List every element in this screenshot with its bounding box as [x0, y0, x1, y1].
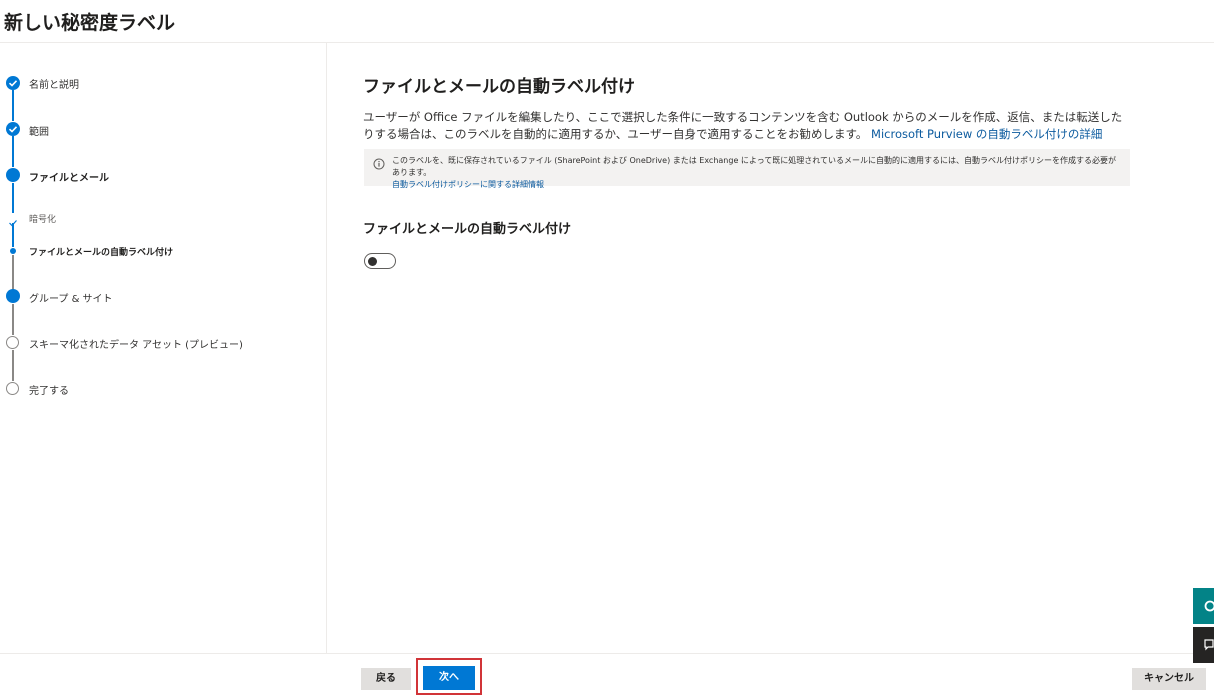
- feedback-icon[interactable]: [1193, 627, 1214, 663]
- step-dot-icon: [6, 289, 20, 303]
- nav-divider: [326, 43, 327, 653]
- step-connector: [12, 183, 14, 213]
- auto-label-policy-link[interactable]: 自動ラベル付けポリシーに関する詳細情報: [392, 180, 544, 189]
- step-connector: [12, 90, 14, 121]
- toggle-knob: [368, 257, 377, 266]
- empty-circle-icon: [6, 382, 19, 395]
- info-message-text: このラベルを、既に保存されているファイル (SharePoint および One…: [392, 155, 1122, 191]
- step-connector: [12, 304, 14, 335]
- checkmark-icon: [7, 213, 19, 227]
- current-substep-dot: [10, 248, 16, 254]
- step-label-groups-sites[interactable]: グループ & サイト: [29, 290, 113, 305]
- step-connector: [12, 350, 14, 381]
- content-title: ファイルとメールの自動ラベル付け: [363, 77, 635, 97]
- next-button[interactable]: 次へ: [423, 666, 475, 690]
- footer-divider: [0, 653, 1214, 654]
- page-title: 新しい秘密度ラベル: [4, 12, 176, 34]
- help-icon[interactable]: [1193, 588, 1214, 624]
- step-label-files-email[interactable]: ファイルとメール: [29, 169, 109, 184]
- substep-label-auto-labeling[interactable]: ファイルとメールの自動ラベル付け: [29, 245, 173, 258]
- learn-more-link[interactable]: Microsoft Purview の自動ラベル付けの詳細: [871, 127, 1102, 141]
- step-label-name-description[interactable]: 名前と説明: [29, 76, 79, 91]
- info-icon: [373, 155, 385, 174]
- description-text: ユーザーが Office ファイルを編集したり、ここで選択した条件に一致するコン…: [363, 109, 1133, 143]
- info-message-body: このラベルを、既に保存されているファイル (SharePoint および One…: [392, 156, 1117, 177]
- step-connector: [12, 255, 14, 290]
- current-step-icon: [6, 168, 20, 182]
- empty-circle-icon: [6, 336, 19, 349]
- auto-labeling-toggle[interactable]: [364, 253, 396, 269]
- step-label-scope[interactable]: 範囲: [29, 123, 49, 138]
- checkmark-circle-icon: [6, 76, 20, 90]
- step-label-schematized-assets[interactable]: スキーマ化されたデータ アセット (プレビュー): [29, 336, 243, 351]
- wizard-stepper: 名前と説明 範囲 ファイルとメール 暗号化 ファイルとメールの自動ラベル付け グ…: [0, 43, 326, 443]
- info-message-bar: このラベルを、既に保存されているファイル (SharePoint および One…: [364, 149, 1130, 189]
- back-button[interactable]: 戻る: [361, 668, 411, 690]
- cancel-button[interactable]: キャンセル: [1132, 668, 1206, 690]
- step-connector: [12, 136, 14, 167]
- substep-label-encryption[interactable]: 暗号化: [29, 212, 56, 225]
- step-label-finish[interactable]: 完了する: [29, 382, 69, 397]
- checkmark-circle-icon: [6, 122, 20, 136]
- section-title: ファイルとメールの自動ラベル付け: [363, 222, 572, 237]
